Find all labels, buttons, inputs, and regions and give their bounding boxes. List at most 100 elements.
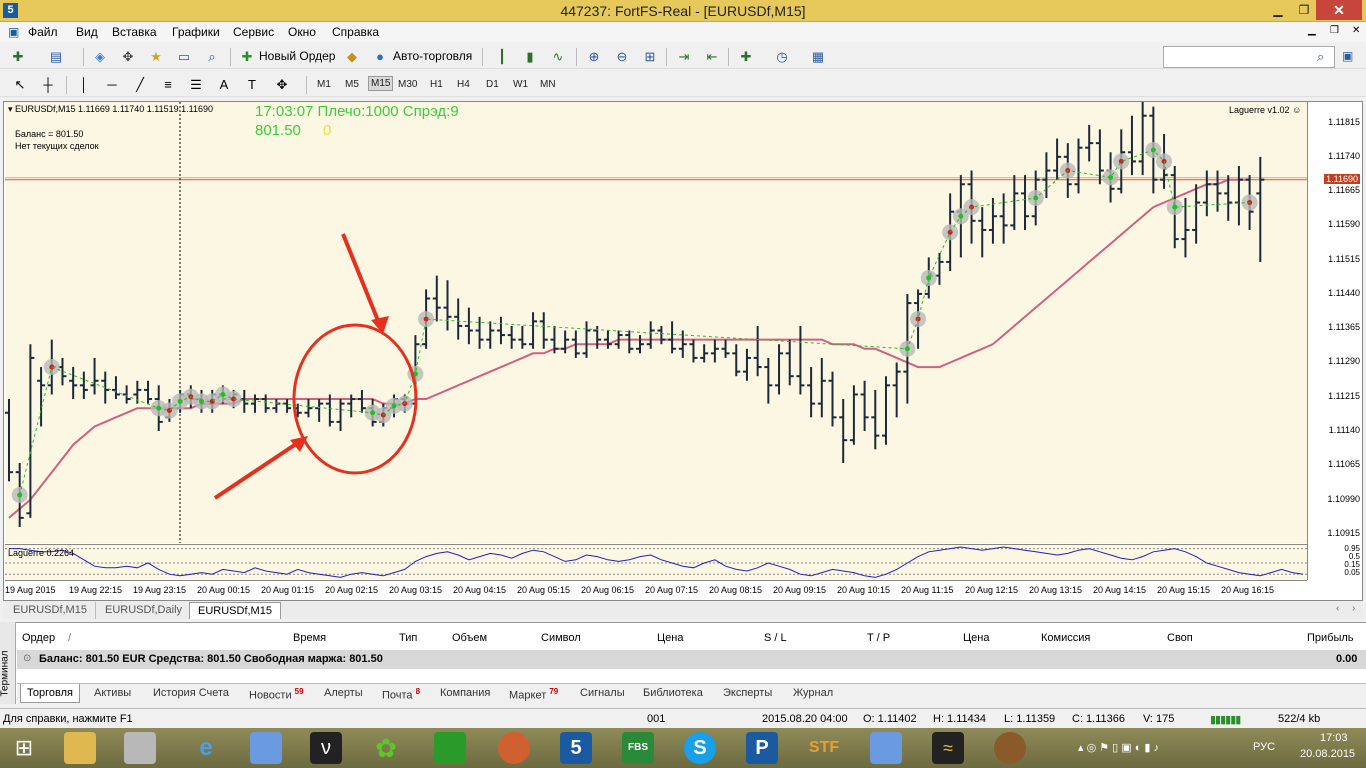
tray-date[interactable]: 20.08.2015 (1300, 748, 1355, 760)
tab-signals[interactable]: Сигналы (580, 687, 625, 699)
timeframe-mn[interactable]: MN (540, 79, 556, 90)
menu-insert[interactable]: Вставка (112, 25, 157, 39)
timeframe-h4[interactable]: H4 (457, 79, 470, 90)
tab-experts[interactable]: Эксперты (723, 687, 772, 699)
chrome-icon[interactable] (498, 732, 530, 764)
text-label-icon[interactable]: T (242, 76, 262, 94)
auto-trading-icon[interactable]: ● (370, 48, 390, 66)
tab-eurusd-m15-b[interactable]: EURUSDf,M15 (189, 602, 281, 619)
tray-time[interactable]: 17:03 (1320, 732, 1348, 744)
audio-icon[interactable] (250, 732, 282, 764)
crosshair-icon[interactable]: ┼ (38, 76, 58, 94)
navigator-icon[interactable]: ★ (146, 48, 166, 66)
tile-windows-icon[interactable]: ⊞ (640, 48, 660, 66)
menu-view[interactable]: Вид (76, 25, 98, 39)
tab-assets[interactable]: Активы (94, 687, 131, 699)
trendline-icon[interactable]: ╱ (130, 76, 150, 94)
timeframe-m1[interactable]: M1 (317, 79, 331, 90)
terminal-icon[interactable]: ▭ (174, 48, 194, 66)
metatrader-taskbar-icon[interactable]: 5 (560, 732, 592, 764)
channel-icon[interactable]: ≡ (158, 76, 178, 94)
network-app-icon[interactable] (870, 732, 902, 764)
col-tp[interactable]: T / P (867, 632, 890, 644)
tab-news[interactable]: Новости 59 (249, 687, 304, 702)
col-price[interactable]: Цена (657, 632, 683, 644)
vertical-line-icon[interactable]: │ (74, 76, 94, 94)
tester-icon[interactable]: ⌕ (202, 48, 222, 66)
metaeditor-icon[interactable]: ◆ (342, 48, 362, 66)
timeframe-w1[interactable]: W1 (513, 79, 528, 90)
store-icon[interactable] (434, 732, 466, 764)
tab-market[interactable]: Маркет 79 (509, 687, 558, 702)
market-watch-icon[interactable]: ◈ (90, 48, 110, 66)
tab-alerts[interactable]: Алерты (324, 687, 363, 699)
fibonacci-icon[interactable]: ☰ (186, 76, 206, 94)
text-icon[interactable]: A (214, 76, 234, 94)
tab-trade[interactable]: Торговля (20, 684, 80, 703)
menu-window[interactable]: Окно (288, 25, 316, 39)
game-icon[interactable] (994, 732, 1026, 764)
col-swap[interactable]: Своп (1167, 632, 1193, 644)
close-button[interactable]: ✕ (1316, 0, 1362, 20)
tab-scroll-left-icon[interactable]: ‹ (1336, 603, 1339, 614)
periods-icon[interactable]: ◷ (772, 48, 792, 66)
community-icon[interactable]: ▣ (1342, 49, 1353, 63)
templates-icon[interactable]: ▦ (808, 48, 828, 66)
col-profit[interactable]: Прибыль (1307, 632, 1354, 644)
col-symbol[interactable]: Символ (541, 632, 581, 644)
fbs-icon[interactable]: FBS (622, 732, 654, 764)
minimize-button[interactable]: ▁ (1266, 2, 1290, 19)
timeframe-m5[interactable]: M5 (345, 79, 359, 90)
ie-icon[interactable]: e (190, 732, 222, 764)
col-commission[interactable]: Комиссия (1041, 632, 1090, 644)
search-icon[interactable]: ⌕ (1317, 49, 1324, 65)
terminal-app-icon[interactable]: P (746, 732, 778, 764)
restore-button[interactable]: ❐ (1292, 2, 1316, 19)
col-price2[interactable]: Цена (963, 632, 989, 644)
new-chart-icon[interactable]: ✚ (8, 48, 28, 66)
skype-icon[interactable]: S (684, 732, 716, 764)
windows-start-icon[interactable]: ⊞ (8, 732, 40, 764)
child-close-button[interactable]: ✕ (1352, 25, 1360, 36)
profiles-icon[interactable]: ▤ (46, 48, 66, 66)
data-window-icon[interactable]: ✥ (118, 48, 138, 66)
balance-row[interactable]: ⊙ Баланс: 801.50 EUR Средства: 801.50 Св… (17, 650, 1366, 669)
search-input[interactable] (1163, 46, 1335, 68)
new-order-icon[interactable]: ✚ (237, 48, 257, 66)
tab-journal[interactable]: Журнал (793, 687, 833, 699)
tab-eurusd-m15-a[interactable]: EURUSDf,M15 (5, 602, 96, 619)
col-time[interactable]: Время (293, 632, 326, 644)
col-type[interactable]: Тип (399, 632, 417, 644)
tab-scroll-right-icon[interactable]: › (1352, 603, 1355, 614)
auto-trading-button[interactable]: Авто-торговля (393, 49, 472, 63)
tab-library[interactable]: Библиотека (643, 687, 703, 699)
tray-lang[interactable]: РУС (1253, 741, 1275, 753)
horizontal-line-icon[interactable]: ─ (102, 76, 122, 94)
indicators-icon[interactable]: ✚ (736, 48, 756, 66)
chart-shift-icon[interactable]: ⇤ (702, 48, 722, 66)
tab-mail[interactable]: Почта 8 (382, 687, 420, 702)
autoscroll-icon[interactable]: ⇥ (674, 48, 694, 66)
col-order[interactable]: Ордер (22, 632, 55, 644)
price-chart[interactable] (5, 102, 1307, 543)
stf-icon[interactable]: STF (808, 732, 840, 764)
child-restore-button[interactable]: ❐ (1330, 25, 1339, 36)
menu-help[interactable]: Справка (332, 25, 379, 39)
icq-icon[interactable]: ✿ (370, 732, 402, 764)
candle-chart-icon[interactable]: ▮ (520, 48, 540, 66)
cursor-icon[interactable]: ↖ (10, 76, 30, 94)
zoom-out-icon[interactable]: ⊖ (612, 48, 632, 66)
laguerre-subwindow[interactable] (5, 544, 1307, 580)
timeframe-d1[interactable]: D1 (486, 79, 499, 90)
tab-company[interactable]: Компания (440, 687, 490, 699)
timeframe-m15[interactable]: M15 (368, 76, 394, 91)
app-icon[interactable]: ν (310, 732, 342, 764)
tab-history[interactable]: История Счета (153, 687, 229, 699)
menu-service[interactable]: Сервис (233, 25, 274, 39)
child-window-icon[interactable]: ▣ (8, 25, 19, 39)
zoom-in-icon[interactable]: ⊕ (584, 48, 604, 66)
time-scale[interactable]: 19 Aug 2015 19 Aug 22:15 19 Aug 23:15 20 Au… (5, 580, 1307, 600)
child-minimize-button[interactable]: ▁ (1308, 25, 1316, 36)
explorer-icon[interactable] (64, 732, 96, 764)
archive-icon[interactable] (124, 732, 156, 764)
